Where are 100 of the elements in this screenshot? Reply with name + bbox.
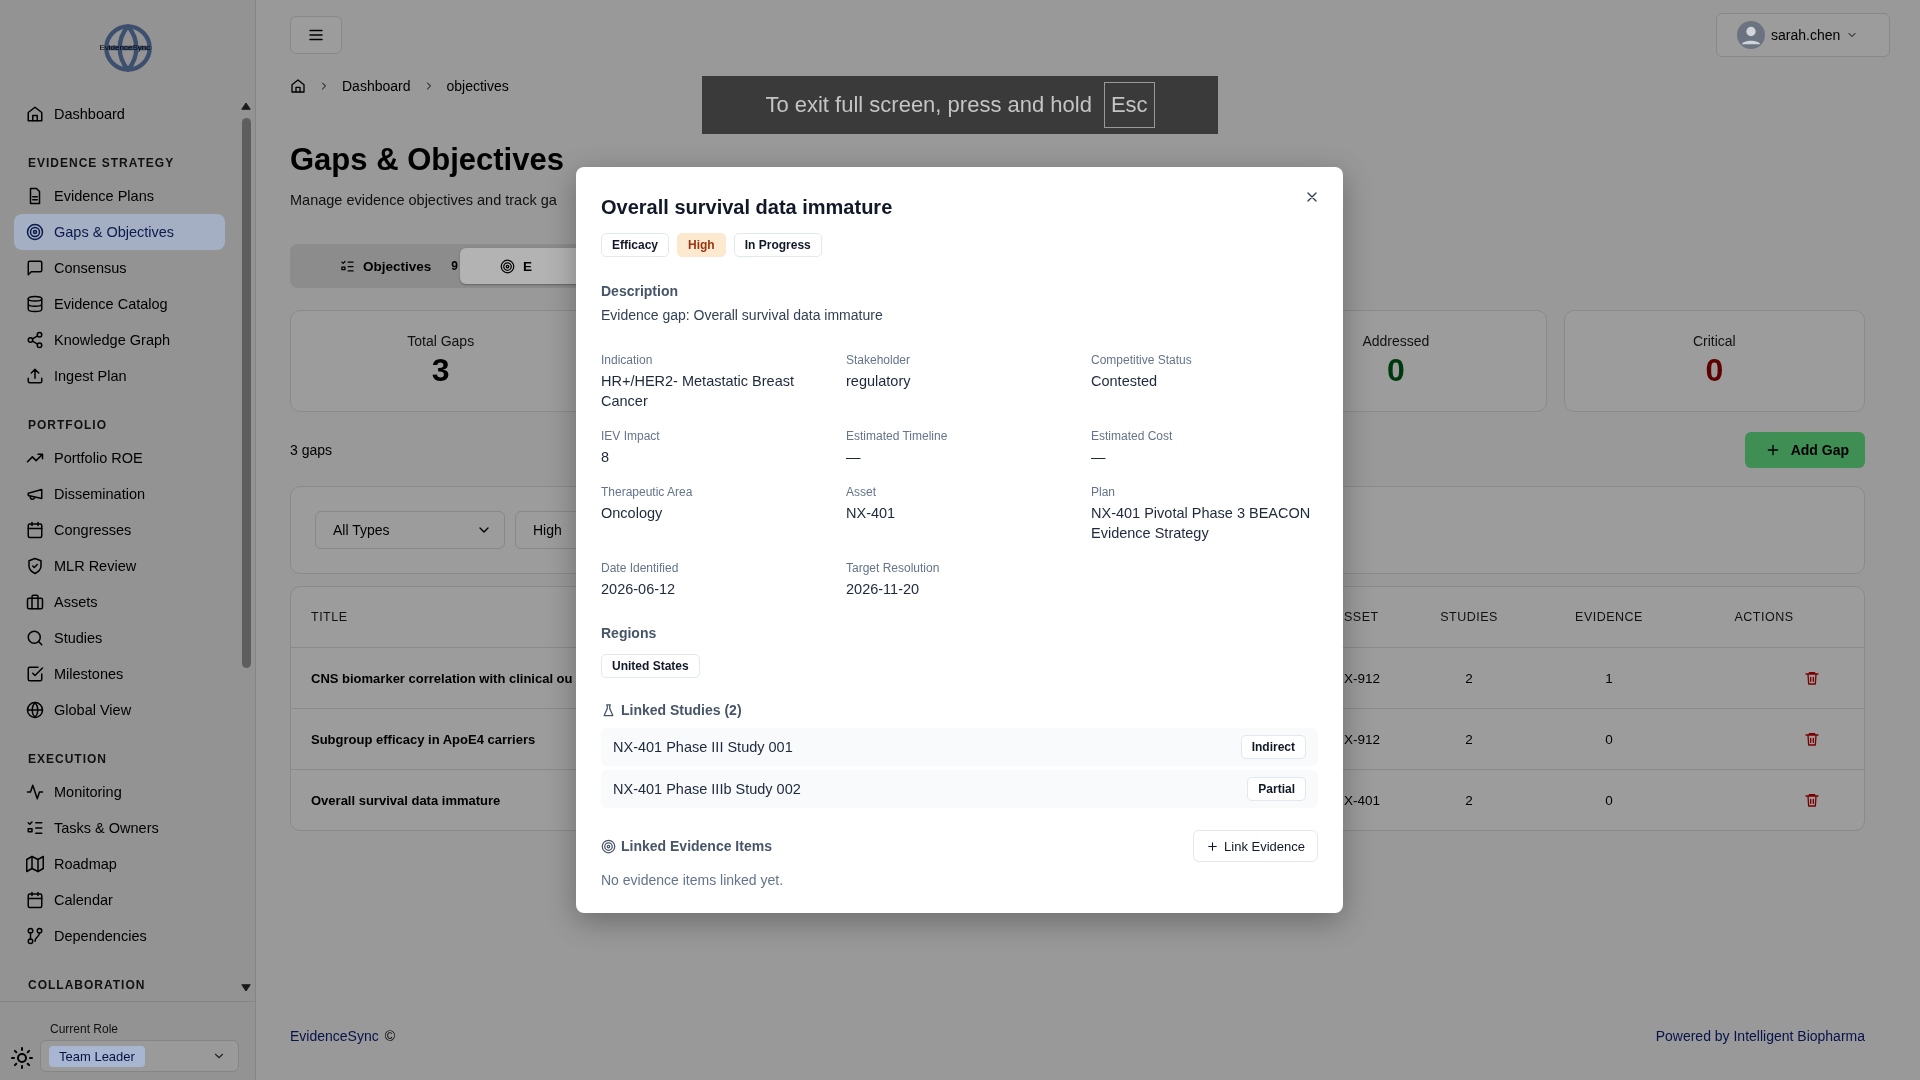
- study-row[interactable]: NX-401 Phase IIIb Study 002 Partial: [601, 770, 1318, 808]
- table-cell-text: 1: [1604, 670, 1614, 686]
- stat-label: Addressed: [1362, 333, 1430, 349]
- upload-icon: [26, 367, 44, 385]
- table-cell-text: 2: [1464, 670, 1474, 686]
- trash-icon[interactable]: [1804, 670, 1820, 686]
- trash-icon[interactable]: [1804, 731, 1820, 747]
- tab[interactable]: Objectives 9: [300, 248, 460, 284]
- nav-item[interactable]: Evidence Plans: [14, 178, 225, 214]
- breadcrumb-link[interactable]: Dashboard: [342, 78, 411, 94]
- nav-item[interactable]: Gaps & Objectives: [14, 214, 225, 250]
- nav-item[interactable]: Global View: [14, 692, 225, 728]
- field-label: Stakeholder: [846, 353, 912, 367]
- avatar: [1737, 21, 1765, 49]
- role-select[interactable]: Team Leader: [40, 1040, 239, 1072]
- field-value: NX-401: [846, 504, 897, 523]
- powered-by-link[interactable]: Powered by Intelligent Biopharma: [1655, 1028, 1865, 1044]
- checkbox-icon: [26, 665, 44, 683]
- field-value: 2026-06-12: [601, 580, 677, 599]
- section-heading: Description: [601, 283, 679, 299]
- list-icon: [340, 258, 355, 274]
- tag: Efficacy: [601, 233, 670, 257]
- field-value: NX-401 Pivotal Phase 3 BEACON Evidence Strategy: [1091, 504, 1312, 543]
- nav-item[interactable]: Knowledge Graph: [14, 322, 225, 358]
- field-label: Date Identified: [601, 561, 680, 575]
- section-heading: Regions: [601, 625, 658, 641]
- field-label: Estimated Timeline: [846, 429, 949, 443]
- plus-icon: [1765, 442, 1781, 458]
- filter-select[interactable]: All Types: [315, 511, 505, 549]
- nav-item[interactable]: Studies: [14, 620, 225, 656]
- brand-link[interactable]: EvidenceSync: [290, 1028, 379, 1044]
- home-icon[interactable]: [290, 78, 306, 94]
- table-cell-text: CNS biomarker correlation with clinical ou: [311, 670, 574, 686]
- nav-item[interactable]: Ingest Plan: [14, 358, 225, 394]
- table-cell-text: 0: [1604, 792, 1614, 808]
- field-label: Therapeutic Area: [601, 485, 694, 499]
- field-label: Target Resolution: [846, 561, 941, 575]
- column-header: ACTIONS: [1733, 610, 1795, 624]
- list-icon: [26, 819, 44, 837]
- menu-button[interactable]: [290, 16, 342, 54]
- calendar-icon: [26, 521, 44, 539]
- nav-item[interactable]: Dissemination: [14, 476, 225, 512]
- nav-item[interactable]: Congresses: [14, 512, 225, 548]
- globe-drawing: [101, 22, 154, 74]
- stat-label: Total Gaps: [407, 333, 475, 349]
- search-icon: [26, 629, 44, 647]
- home-icon: [26, 105, 44, 123]
- section-header: COLLABORATION: [27, 977, 147, 994]
- study-row[interactable]: NX-401 Phase III Study 001 Indirect: [601, 728, 1318, 766]
- field-value: —: [846, 448, 862, 467]
- section-heading: Linked Evidence Items: [621, 838, 772, 854]
- scrollbar-thumb[interactable]: [241, 118, 251, 668]
- table-cell-text: Subgroup efficacy in ApoE4 carriers: [311, 731, 537, 747]
- sun-icon[interactable]: [10, 1046, 34, 1070]
- nav-item[interactable]: Dependencies: [14, 918, 225, 954]
- section-header: EXECUTION: [27, 751, 108, 768]
- trash-icon[interactable]: [1804, 792, 1820, 808]
- table-cell-text: 0: [1604, 731, 1614, 747]
- breadcrumb-link[interactable]: objectives: [446, 78, 509, 94]
- nav-item[interactable]: Dashboard: [14, 96, 225, 132]
- role-badge: Team Leader: [49, 1045, 145, 1067]
- shield-icon: [26, 557, 44, 575]
- field-value: 8: [601, 448, 611, 467]
- scroll-up-icon: [239, 100, 253, 112]
- calendar-icon: [26, 891, 44, 909]
- table-cell-text: X-912: [1344, 731, 1382, 747]
- nav-item[interactable]: Milestones: [14, 656, 225, 692]
- nav-item[interactable]: Tasks & Owners: [14, 810, 225, 846]
- study-name: NX-401 Phase IIIb Study 002: [613, 781, 801, 797]
- column-header: TITLE: [311, 610, 349, 624]
- pulse-icon: [26, 783, 44, 801]
- flask-icon: [601, 702, 616, 718]
- nav-item[interactable]: Monitoring: [14, 774, 225, 810]
- section-header: EVIDENCE STRATEGY: [27, 155, 176, 172]
- target-icon: [26, 223, 44, 241]
- empty-message: No evidence items linked yet.: [601, 872, 785, 888]
- map-icon: [26, 855, 44, 873]
- field-label: Competitive Status: [1091, 353, 1193, 367]
- user-menu-button[interactable]: sarah.chen: [1716, 13, 1890, 57]
- branch-icon: [26, 927, 44, 945]
- relation-tag: Partial: [1247, 777, 1306, 801]
- chat-icon: [26, 259, 44, 277]
- table-cell-text: Overall survival data immature: [311, 792, 502, 808]
- nav-item[interactable]: Assets: [14, 584, 225, 620]
- nav-item[interactable]: MLR Review: [14, 548, 225, 584]
- tag: In Progress: [733, 233, 822, 257]
- nav-item[interactable]: Evidence Catalog: [14, 286, 225, 322]
- nav-item[interactable]: Portfolio ROE: [14, 440, 225, 476]
- table-cell-text: 2: [1464, 792, 1474, 808]
- link-evidence-button[interactable]: Link Evidence: [1193, 830, 1318, 862]
- add-gap-button[interactable]: Add Gap: [1745, 432, 1865, 468]
- field-value: Oncology: [601, 504, 664, 523]
- nav-item[interactable]: Consensus: [14, 250, 225, 286]
- nav-item[interactable]: Roadmap: [14, 846, 225, 882]
- field-label: Estimated Cost: [1091, 429, 1174, 443]
- stat-value: 3: [431, 351, 450, 389]
- globe-icon: [26, 701, 44, 719]
- section-header: PORTFOLIO: [27, 417, 108, 434]
- nav-item[interactable]: Calendar: [14, 882, 225, 918]
- briefcase-icon: [26, 593, 44, 611]
